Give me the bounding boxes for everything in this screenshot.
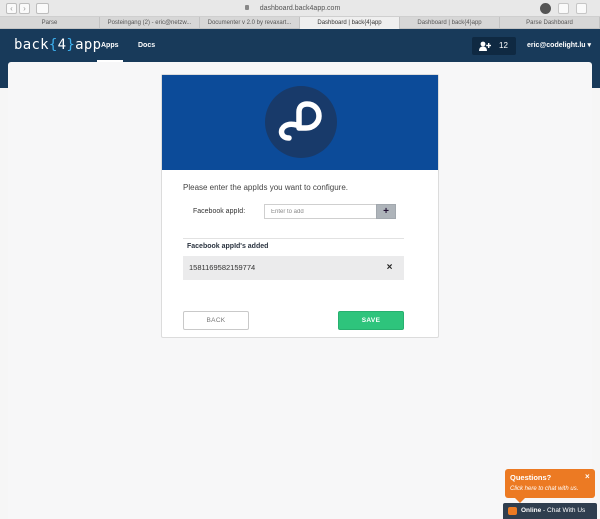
- browser-tab[interactable]: Posteingang (2) - eric@netzw...: [100, 17, 200, 29]
- card-hero: [162, 75, 438, 170]
- back-arrow-icon[interactable]: ‹: [6, 3, 17, 14]
- chat-status: Online - Chat With Us: [521, 507, 586, 514]
- sidebar-toggle-icon[interactable]: [36, 3, 49, 14]
- chat-bubble-icon: [508, 507, 517, 515]
- remove-icon[interactable]: ×: [384, 262, 395, 273]
- browser-tab[interactable]: Dashboard | back{4}app: [400, 17, 500, 29]
- nav-docs[interactable]: Docs: [138, 29, 155, 62]
- nav-apps[interactable]: Apps: [97, 29, 122, 62]
- chat-prompt[interactable]: Questions? Click here to chat with us. ×: [505, 469, 595, 503]
- parse-logo-icon: [265, 86, 337, 158]
- facebook-appid-label: Facebook appId:: [193, 208, 246, 215]
- instruction-text: Please enter the appIds you want to conf…: [183, 183, 348, 192]
- browser-tab-active[interactable]: Dashboard | back{4}app: [300, 17, 400, 29]
- chat-prompt-title: Questions?: [510, 473, 552, 482]
- chat-bar[interactable]: Online - Chat With Us: [503, 503, 597, 519]
- browser-tab[interactable]: Parse Dashboard: [500, 17, 600, 29]
- back-button[interactable]: BACK: [183, 311, 249, 330]
- appid-value: 1581169582159774: [189, 263, 256, 272]
- facebook-config-card: Please enter the appIds you want to conf…: [161, 74, 439, 338]
- user-count: 12: [499, 41, 508, 50]
- browser-tab[interactable]: Parse: [0, 17, 100, 29]
- add-appid-button[interactable]: +: [376, 204, 396, 219]
- chat-prompt-subtitle: Click here to chat with us.: [510, 486, 579, 492]
- back4app-logo[interactable]: back{4}app: [14, 37, 101, 53]
- facebook-appid-input[interactable]: [264, 204, 376, 219]
- divider: [183, 238, 404, 239]
- account-menu[interactable]: eric@codelight.lu ▾: [527, 29, 591, 62]
- close-icon[interactable]: ×: [585, 472, 590, 481]
- browser-toolbar: ‹ › dashboard.back4app.com: [0, 0, 600, 17]
- share-icon[interactable]: [558, 3, 569, 14]
- download-icon[interactable]: [540, 3, 551, 14]
- tabs-overview-icon[interactable]: [576, 3, 587, 14]
- app-header: back{4}app Apps Docs 12 eric@codelight.l…: [0, 29, 600, 62]
- browser-tab[interactable]: Documenter v 2.0 by revaxart...: [200, 17, 300, 29]
- save-button[interactable]: SAVE: [338, 311, 404, 330]
- add-user-icon: [479, 41, 491, 51]
- added-appids-heading: Facebook appId's added: [187, 243, 269, 250]
- forward-arrow-icon[interactable]: ›: [19, 3, 30, 14]
- list-item: 1581169582159774 ×: [183, 256, 404, 280]
- browser-tab-bar: Parse Posteingang (2) - eric@netzw... Do…: [0, 17, 600, 29]
- users-button[interactable]: 12: [472, 37, 516, 55]
- address-bar[interactable]: dashboard.back4app.com: [238, 3, 362, 14]
